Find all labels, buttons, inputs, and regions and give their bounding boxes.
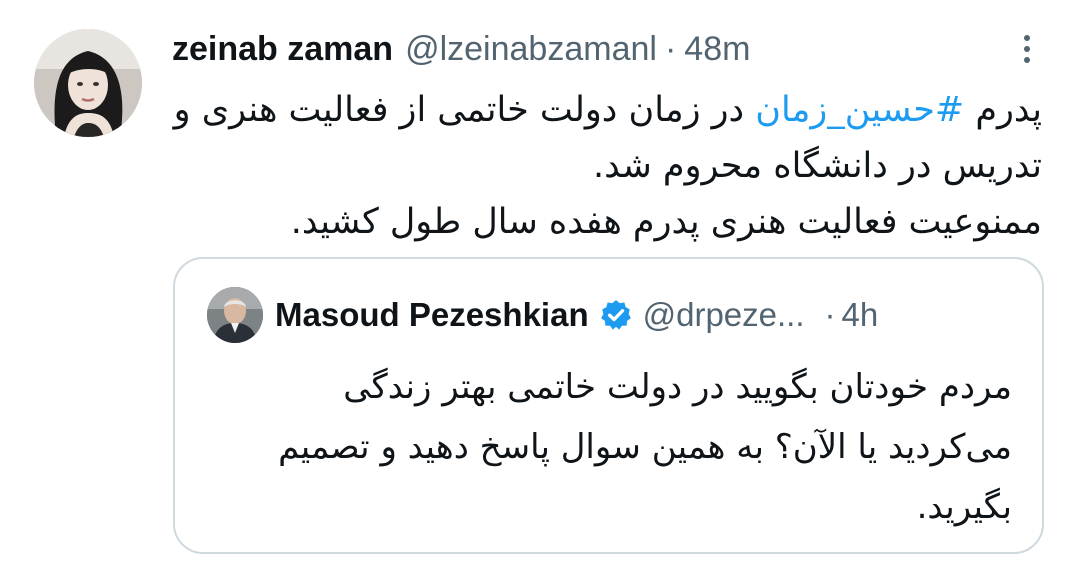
quoted-avatar[interactable] bbox=[207, 287, 263, 343]
verified-badge-icon bbox=[600, 300, 631, 330]
quoted-header: Masoud Pezeshkian @drpeze... · 4h bbox=[275, 293, 878, 337]
avatar[interactable] bbox=[34, 29, 142, 137]
quoted-timestamp[interactable]: 4h bbox=[842, 296, 879, 334]
tweet-text-line-3: ممنوعیت فعالیت هنری پدرم هفده سال طول کش… bbox=[290, 202, 1042, 242]
separator: · bbox=[664, 29, 677, 68]
quoted-author-handle[interactable]: @drpeze... bbox=[643, 296, 805, 334]
tweet-text-prefix: پدرم bbox=[964, 90, 1042, 130]
quoted-author-name[interactable]: Masoud Pezeshkian bbox=[275, 296, 589, 334]
quoted-text-line-2: می‌کردید یا الآن؟ به همین سوال پاسخ دهید… bbox=[278, 427, 1012, 467]
tweet-text-line-2: تدریس در دانشگاه محروم شد. bbox=[592, 146, 1042, 186]
tweet[interactable]: zeinab zaman @lzeinabzamanl · 48m پدرم #… bbox=[0, 0, 1080, 563]
hashtag-link[interactable]: #حسین_زمان bbox=[755, 90, 964, 130]
timestamp[interactable]: 48m bbox=[684, 30, 750, 69]
quoted-tweet-text: مردم خودتان بگویید در دولت خاتمی بهتر زن… bbox=[215, 357, 1012, 537]
tweet-header: zeinab zaman @lzeinabzamanl · 48m bbox=[172, 26, 750, 72]
quoted-text-line-3: بگیرید. bbox=[916, 487, 1012, 527]
quoted-separator: · bbox=[824, 296, 836, 333]
author-name[interactable]: zeinab zaman bbox=[172, 30, 393, 69]
tweet-text-suffix: در زمان دولت خاتمی از فعالیت هنری و bbox=[173, 90, 756, 130]
tweet-text-line-1: پدرم #حسین_زمان در زمان دولت خاتمی از فع… bbox=[170, 82, 1042, 138]
quoted-text-line-1: مردم خودتان بگویید در دولت خاتمی بهتر زن… bbox=[343, 367, 1012, 407]
tweet-text: پدرم #حسین_زمان در زمان دولت خاتمی از فع… bbox=[170, 82, 1042, 250]
author-handle[interactable]: @lzeinabzamanl bbox=[405, 30, 657, 69]
quoted-tweet[interactable]: Masoud Pezeshkian @drpeze... · 4h مردم خ… bbox=[173, 257, 1044, 554]
more-vertical-icon[interactable] bbox=[1014, 32, 1040, 66]
